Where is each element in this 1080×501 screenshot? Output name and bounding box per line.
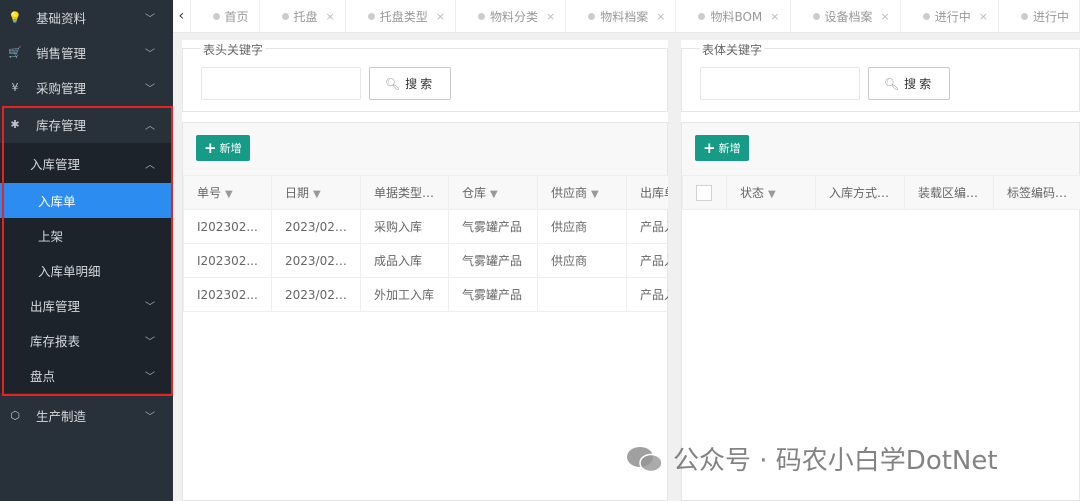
col-header[interactable]: 单号 ▼ bbox=[183, 175, 272, 210]
close-icon[interactable]: × bbox=[546, 10, 555, 23]
dot-icon bbox=[698, 12, 706, 20]
tab[interactable]: 托盘类型 × bbox=[346, 0, 456, 33]
filter-icon[interactable]: ▼ bbox=[313, 189, 321, 200]
select-all-checkbox[interactable] bbox=[682, 175, 727, 210]
asterisk-icon: ✱ bbox=[10, 117, 20, 131]
header-panel: 表头关键字 🔍︎ 搜索 + 新增 单号 ▼ 日期 ▼ 单据类型... ▼ 仓库 ▼ 供应商 ▼… bbox=[182, 40, 668, 501]
chevron-up-icon: ︿ bbox=[145, 120, 155, 132]
menu-outbound[interactable]: 出库管理 ﹀ bbox=[0, 288, 173, 323]
close-icon[interactable]: × bbox=[770, 10, 779, 23]
filter-icon[interactable]: ▼ bbox=[437, 189, 445, 200]
header-search-button[interactable]: 🔍︎ 搜索 bbox=[369, 67, 451, 100]
menu-production[interactable]: ⬡ 生产制造 ﹀ bbox=[0, 398, 173, 433]
chevron-down-icon: ﹀ bbox=[145, 372, 155, 383]
search-icon: 🔍︎ bbox=[384, 76, 404, 91]
col-header[interactable]: 装载区编... ▼ bbox=[904, 175, 994, 210]
col-header[interactable]: 出库单 bbox=[626, 175, 668, 210]
col-header[interactable]: 供应商 ▼ bbox=[537, 175, 627, 210]
filter-icon[interactable]: ▼ bbox=[892, 189, 900, 200]
inventory-submenu: 入库管理 ︿ 入库单 上架 入库单明细 出库管理 ﹀ 库存报表 ﹀ 盘点 ﹀ bbox=[0, 143, 173, 393]
header-search-fieldset: 表头关键字 🔍︎ 搜索 bbox=[182, 41, 668, 112]
menu-sales[interactable]: 🛒 销售管理 ﹀ bbox=[0, 35, 173, 70]
tab[interactable]: 托盘 × bbox=[260, 0, 346, 33]
menu-putaway[interactable]: 上架 bbox=[0, 218, 173, 253]
menu-inbound[interactable]: 入库管理 ︿ bbox=[0, 143, 173, 183]
close-icon[interactable]: × bbox=[326, 10, 335, 23]
menu-inventory[interactable]: ✱ 库存管理 ︿ bbox=[0, 105, 173, 143]
dot-icon bbox=[1020, 12, 1028, 20]
filter-icon[interactable]: ▼ bbox=[1070, 189, 1078, 200]
close-icon[interactable]: × bbox=[436, 10, 445, 23]
cart-icon: 🛒 bbox=[8, 46, 22, 59]
hex-icon: ⬡ bbox=[10, 409, 20, 422]
dot-icon bbox=[212, 12, 220, 20]
table-row[interactable]: I202302...2023/02/...采购入库气雾罐产品供应商产品入库 bbox=[183, 209, 668, 244]
sidebar: 💡 基础资料 ﹀ 🛒 销售管理 ﹀ ¥ 采购管理 ﹀ ✱ 库存管理 ︿ 入库管理 ︿ 入库单 上架… bbox=[0, 0, 173, 501]
chevron-down-icon: ﹀ bbox=[145, 302, 155, 313]
header-add-button[interactable]: + 新增 bbox=[196, 135, 250, 161]
tab-bar: ‹ 首页 托盘 × 托盘类型 × 物料分类 × 物料档案 × 物料BOM × 设备档案 × … bbox=[173, 0, 1080, 33]
filter-icon[interactable]: ▼ bbox=[981, 189, 989, 200]
dot-icon bbox=[588, 12, 596, 20]
plus-icon: + bbox=[703, 139, 716, 157]
dot-icon bbox=[812, 12, 820, 20]
chevron-down-icon: ﹀ bbox=[145, 14, 155, 25]
lightbulb-icon: 💡 bbox=[8, 11, 22, 24]
chevron-down-icon: ﹀ bbox=[145, 337, 155, 348]
table-row[interactable]: I202302...2023/02/...成品入库气雾罐产品供应商产品入库 bbox=[183, 243, 668, 278]
tab[interactable]: 物料档案 × bbox=[566, 0, 677, 33]
chevron-up-icon: ︿ bbox=[145, 159, 155, 171]
table-header-row: 单号▼ 日期▼ 单据类型...▼ 仓库▼ 供应商▼ 出库单 bbox=[183, 175, 668, 210]
watermark: 公众号 · 码农小白学DotNet bbox=[625, 440, 998, 477]
tab-scroll-left[interactable]: ‹ bbox=[173, 0, 191, 33]
dot-icon bbox=[367, 12, 375, 20]
filter-icon[interactable]: ▼ bbox=[591, 189, 599, 200]
menu-stock-report[interactable]: 库存报表 ﹀ bbox=[0, 323, 173, 358]
col-header[interactable]: 状态 ▼ bbox=[726, 175, 816, 210]
menu-purchase[interactable]: ¥ 采购管理 ﹀ bbox=[0, 70, 173, 105]
body-panel: 表体关键字 🔍︎ 搜索 + 新增 状态 ▼ 入库方式... ▼ 装载区编... ▼ 标签编… bbox=[681, 40, 1080, 501]
menu-stocktake[interactable]: 盘点 ﹀ bbox=[0, 358, 173, 393]
tab-home[interactable]: 首页 bbox=[191, 0, 260, 33]
close-icon[interactable]: × bbox=[656, 10, 665, 23]
chevron-down-icon: ﹀ bbox=[145, 84, 155, 95]
filter-icon[interactable]: ▼ bbox=[768, 189, 776, 200]
col-header[interactable]: 单据类型... ▼ bbox=[360, 175, 449, 210]
header-keyword-input[interactable] bbox=[201, 67, 361, 100]
body-search-button[interactable]: 🔍︎ 搜索 bbox=[868, 67, 950, 100]
plus-icon: + bbox=[204, 139, 217, 157]
close-icon[interactable]: × bbox=[979, 10, 988, 23]
col-header[interactable]: 日期 ▼ bbox=[271, 175, 361, 210]
body-keyword-input[interactable] bbox=[700, 67, 860, 100]
tab[interactable]: 进行中 bbox=[999, 0, 1080, 33]
col-header[interactable]: 仓库 ▼ bbox=[448, 175, 538, 210]
menu-inbound-order[interactable]: 入库单 bbox=[0, 183, 173, 218]
menu-inbound-detail[interactable]: 入库单明细 bbox=[0, 253, 173, 288]
filter-icon[interactable]: ▼ bbox=[225, 189, 233, 200]
col-header[interactable]: 标签编码... ▼ bbox=[993, 175, 1080, 210]
col-header[interactable]: 入库方式... ▼ bbox=[815, 175, 905, 210]
header-table: 单号▼ 日期▼ 单据类型...▼ 仓库▼ 供应商▼ 出库单 I202302...… bbox=[183, 175, 668, 312]
menu-basic-data[interactable]: 💡 基础资料 ﹀ bbox=[0, 0, 173, 35]
dot-icon bbox=[281, 12, 289, 20]
body-add-button[interactable]: + 新增 bbox=[695, 135, 749, 161]
wechat-logo-icon bbox=[627, 446, 663, 472]
yen-icon: ¥ bbox=[11, 81, 19, 94]
body-table: 状态 ▼ 入库方式... ▼ 装载区编... ▼ 标签编码... ▼ bbox=[682, 175, 1080, 210]
tab[interactable]: 进行中 × bbox=[901, 0, 999, 33]
dot-icon bbox=[478, 12, 485, 20]
filter-icon[interactable]: ▼ bbox=[490, 189, 498, 200]
chevron-down-icon: ﹀ bbox=[145, 49, 155, 60]
search-icon: 🔍︎ bbox=[883, 76, 903, 91]
table-row[interactable]: I202302...2023/02/...外加工入库气雾罐产品产品入库 bbox=[183, 277, 668, 312]
tab[interactable]: 物料BOM × bbox=[676, 0, 791, 33]
body-search-fieldset: 表体关键字 🔍︎ 搜索 bbox=[681, 41, 1080, 112]
chevron-down-icon: ﹀ bbox=[145, 412, 155, 423]
dot-icon bbox=[922, 12, 930, 20]
table-header-row: 状态 ▼ 入库方式... ▼ 装载区编... ▼ 标签编码... ▼ bbox=[682, 175, 1080, 210]
tab[interactable]: 物料分类 × bbox=[456, 0, 567, 33]
close-icon[interactable]: × bbox=[881, 10, 890, 23]
header-table-card: +新增 单号▼ 日期▼ 单据类型...▼ 仓库▼ 供应商▼ 出库单 I20230… bbox=[182, 122, 668, 501]
tab[interactable]: 设备档案 × bbox=[791, 0, 901, 33]
